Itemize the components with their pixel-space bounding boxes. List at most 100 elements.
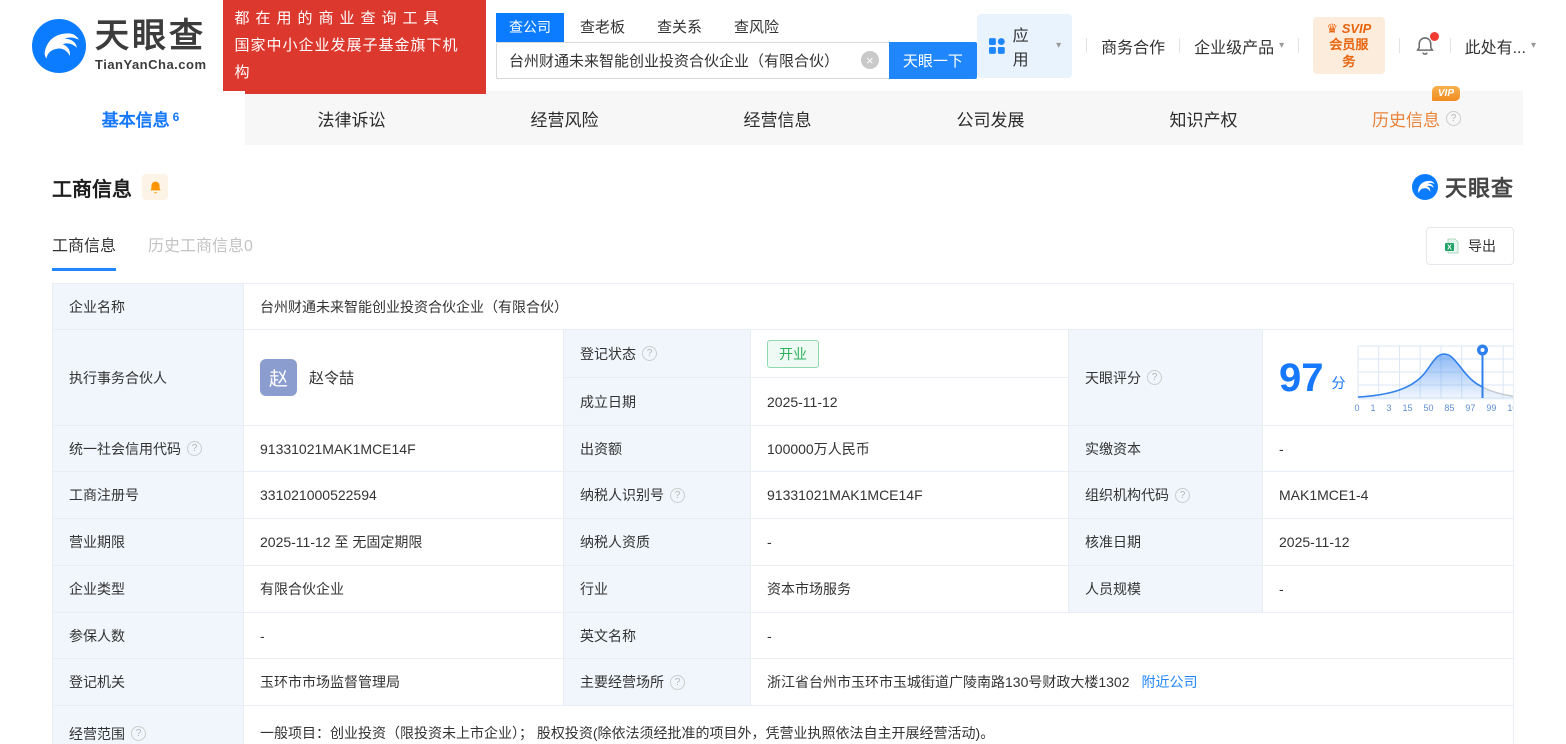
logo-title: 天眼查 xyxy=(95,17,206,56)
partner-name-link[interactable]: 赵令喆 xyxy=(309,367,354,388)
crown-icon: ♛ xyxy=(1326,21,1339,37)
tab-intellectual-property[interactable]: 知识产权 xyxy=(1097,91,1310,145)
business-cooperation-link[interactable]: 商务合作 xyxy=(1101,34,1165,58)
english-name-value: - xyxy=(751,613,1514,659)
establish-date-label: 成立日期 xyxy=(564,378,751,426)
chevron-down-icon: ▾ xyxy=(1056,40,1062,51)
search-area: 查公司 查老板 查关系 查风险 × 天眼一下 xyxy=(495,12,977,79)
company-nav-tabs: 基本信息 6 法律诉讼 经营风险 经营信息 公司发展 知识产权 历史信息 VIP… xyxy=(36,85,1523,145)
approve-date-value: 2025-11-12 xyxy=(1263,519,1514,566)
tianyancha-watermark: 天眼查 xyxy=(1411,171,1514,203)
address-cell: 浙江省台州市玉环市玉城街道广陵南路130号财政大楼1302 附近公司 xyxy=(751,659,1514,706)
tianyancha-watermark-icon xyxy=(1411,174,1438,200)
registration-status-help-icon[interactable]: ? xyxy=(642,346,657,361)
insured-label: 参保人数 xyxy=(53,613,244,659)
svg-text:X: X xyxy=(1447,244,1452,251)
status-badge: 开业 xyxy=(767,339,819,368)
english-name-label: 英文名称 xyxy=(564,613,751,659)
promo-banner[interactable]: 都在用的商业查询工具 国家中小企业发展子基金旗下机构 xyxy=(222,0,486,94)
excel-icon: X xyxy=(1445,238,1459,254)
chevron-down-icon: ▾ xyxy=(1279,40,1285,51)
partner-avatar[interactable]: 赵 xyxy=(260,359,297,396)
apps-menu[interactable]: 应用 ▾ xyxy=(976,13,1073,78)
score-marker-pin xyxy=(1476,344,1488,356)
subtab-history-business-info[interactable]: 历史工商信息0 xyxy=(148,232,253,271)
company-name-value: 台州财通未来智能创业投资合伙企业（有限合伙） xyxy=(244,284,1514,330)
clear-search-icon[interactable]: × xyxy=(860,51,879,69)
monitor-bell-button[interactable] xyxy=(142,174,168,200)
svip-membership-button[interactable]: ♛ SVIP 会员服务 xyxy=(1313,17,1385,74)
score-distribution-chart: 0 1 3 15 50 85 97 99 100 xyxy=(1354,342,1514,413)
company-type-value: 有限合伙企业 xyxy=(244,566,564,613)
address-label: 主要经营场所 ? xyxy=(564,659,751,706)
capital-value: 100000万人民币 xyxy=(751,426,1069,472)
establish-date-value: 2025-11-12 xyxy=(751,378,1069,426)
export-button[interactable]: X 导出 xyxy=(1426,227,1514,265)
tianyancha-logo-icon xyxy=(32,18,86,73)
tab-legal-litigation[interactable]: 法律诉讼 xyxy=(245,91,458,145)
tianyan-score-label: 天眼评分 ? xyxy=(1069,330,1263,426)
tab-business-info[interactable]: 经营信息 xyxy=(671,91,884,145)
scope-value: 一般项目：创业投资（限投资未上市企业）； 股权投资(除依法须经批准的项目外，凭营… xyxy=(244,706,1514,744)
tab-history-info[interactable]: 历史信息 VIP ? xyxy=(1310,85,1523,145)
tab-company-development[interactable]: 公司发展 xyxy=(884,91,1097,145)
section-title: 工商信息 xyxy=(52,178,132,201)
watermark-label: 天眼查 xyxy=(1444,176,1514,201)
term-value: 2025-11-12 至 无固定期限 xyxy=(244,519,564,566)
tax-quality-value: - xyxy=(751,519,1069,566)
divider xyxy=(1449,38,1451,53)
address-value: 浙江省台州市玉环市玉城街道广陵南路130号财政大楼1302 xyxy=(767,674,1130,690)
capital-label: 出资额 xyxy=(564,426,751,472)
account-menu[interactable]: 此处有... ▾ xyxy=(1465,34,1536,58)
score-chart-ticks: 0 1 3 15 50 85 97 99 100 xyxy=(1354,403,1514,413)
promo-line2: 国家中小企业发展子基金旗下机构 xyxy=(234,37,459,81)
notification-dot xyxy=(1429,31,1439,41)
logo-domain: TianYanCha.com xyxy=(95,56,207,72)
search-button[interactable]: 天眼一下 xyxy=(888,41,977,79)
address-help-icon[interactable]: ? xyxy=(670,674,685,690)
staff-size-value: - xyxy=(1263,566,1514,613)
orange-bell-icon xyxy=(149,181,161,193)
history-help-icon[interactable]: ? xyxy=(1446,110,1461,126)
tab-basic-info[interactable]: 基本信息 6 xyxy=(36,91,245,145)
regno-value: 331021000522594 xyxy=(244,472,564,519)
divider xyxy=(1086,38,1088,53)
uscc-help-icon[interactable]: ? xyxy=(187,441,202,456)
executive-partner-cell: 赵 赵令喆 xyxy=(244,330,564,426)
uscc-value: 91331021MAK1MCE14F xyxy=(244,426,564,472)
staff-size-label: 人员规模 xyxy=(1069,566,1263,613)
approve-date-label: 核准日期 xyxy=(1069,519,1263,566)
nearby-companies-link[interactable]: 附近公司 xyxy=(1142,672,1198,692)
orgcode-help-icon[interactable]: ? xyxy=(1175,487,1190,503)
taxid-label: 纳税人识别号 ? xyxy=(564,472,751,519)
tab-count-badge: 6 xyxy=(172,110,180,124)
uscc-label: 统一社会信用代码 ? xyxy=(53,426,244,472)
search-tab-risk[interactable]: 查风险 xyxy=(734,16,779,42)
notification-bell-button[interactable] xyxy=(1414,31,1439,57)
apps-label: 应用 xyxy=(1012,27,1029,69)
search-tab-company[interactable]: 查公司 xyxy=(495,12,564,42)
divider xyxy=(1398,38,1400,53)
apps-grid-icon xyxy=(988,37,1005,54)
registration-status-cell: 开业 xyxy=(751,330,1069,378)
executive-partner-label: 执行事务合伙人 xyxy=(53,330,244,426)
search-tab-boss[interactable]: 查老板 xyxy=(580,16,625,42)
regno-label: 工商注册号 xyxy=(53,472,244,519)
tab-operational-risk[interactable]: 经营风险 xyxy=(458,91,671,145)
enterprise-products-link[interactable]: 企业级产品 ▾ xyxy=(1194,34,1284,58)
industry-value: 资本市场服务 xyxy=(751,566,1069,613)
tianyan-score-help-icon[interactable]: ? xyxy=(1147,370,1162,385)
header-right: 应用 ▾ 商务合作 企业级产品 ▾ ♛ SVIP 会员服务 此处有... ▾ xyxy=(976,13,1536,78)
orgcode-value: MAK1MCE1-4 xyxy=(1263,472,1514,519)
divider xyxy=(1179,38,1181,53)
tianyancha-logo[interactable]: 天眼查 TianYanCha.com xyxy=(32,17,207,73)
scope-help-icon[interactable]: ? xyxy=(131,726,146,741)
business-info-table: 企业名称 台州财通未来智能创业投资合伙企业（有限合伙） 执行事务合伙人 赵 赵令… xyxy=(52,283,1514,744)
search-tab-relation[interactable]: 查关系 xyxy=(657,16,702,42)
divider xyxy=(1298,38,1300,53)
search-input[interactable] xyxy=(508,51,861,69)
taxid-help-icon[interactable]: ? xyxy=(670,487,685,503)
subtab-business-info[interactable]: 工商信息 xyxy=(52,232,117,271)
vip-badge: VIP xyxy=(1431,85,1460,101)
export-label: 导出 xyxy=(1468,238,1496,254)
